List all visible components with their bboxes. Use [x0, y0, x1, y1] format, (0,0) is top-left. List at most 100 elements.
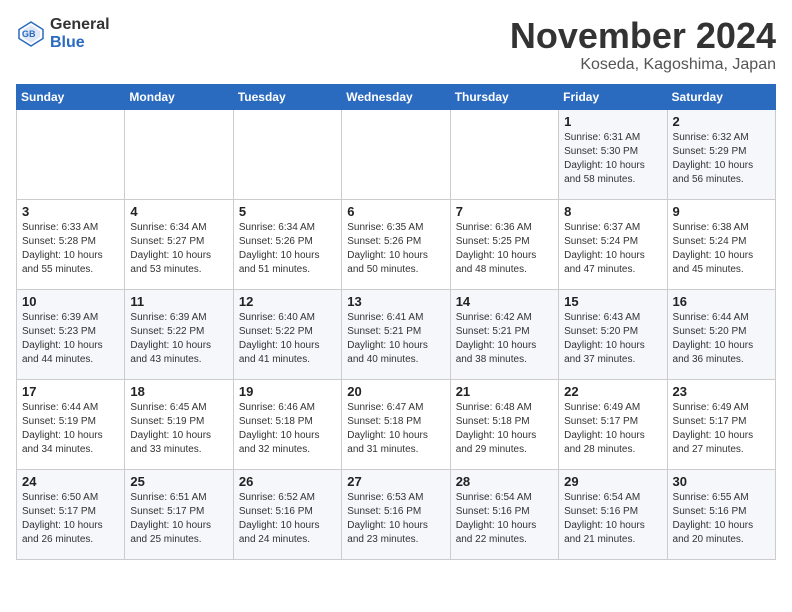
day-info: Sunrise: 6:54 AMSunset: 5:16 PMDaylight:…	[456, 491, 553, 547]
day-number: 12	[239, 294, 336, 309]
day-number: 6	[347, 204, 444, 219]
calendar-week-row: 1 Sunrise: 6:31 AMSunset: 5:30 PMDaylight…	[17, 109, 776, 199]
day-number: 28	[456, 474, 553, 489]
day-number: 21	[456, 384, 553, 399]
day-number: 11	[130, 294, 227, 309]
calendar-week-row: 17 Sunrise: 6:44 AMSunset: 5:19 PMDayligh…	[17, 379, 776, 469]
day-number: 30	[673, 474, 770, 489]
weekday-header: Saturday	[667, 84, 775, 109]
day-number: 1	[564, 114, 661, 129]
calendar-cell: 26Sunrise: 6:52 AMSunset: 5:16 PMDayligh…	[233, 469, 341, 559]
day-info: Sunrise: 6:44 AMSunset: 5:19 PMDaylight:…	[22, 401, 119, 457]
calendar-table: SundayMondayTuesdayWednesdayThursdayFrid…	[16, 84, 776, 560]
calendar-cell: 8 Sunrise: 6:37 AMSunset: 5:24 PMDaylight…	[559, 199, 667, 289]
day-info: Sunrise: 6:34 AMSunset: 5:26 PMDaylight:…	[239, 221, 336, 277]
calendar-cell: 3Sunrise: 6:33 AMSunset: 5:28 PMDaylight…	[17, 199, 125, 289]
day-info: Sunrise: 6:55 AMSunset: 5:16 PMDaylight:…	[673, 491, 770, 547]
weekday-header: Wednesday	[342, 84, 450, 109]
day-info: Sunrise: 6:48 AMSunset: 5:18 PMDaylight:…	[456, 401, 553, 457]
calendar-cell	[233, 109, 341, 199]
calendar-cell: 7 Sunrise: 6:36 AMSunset: 5:25 PMDaylight…	[450, 199, 558, 289]
day-info: Sunrise: 6:41 AMSunset: 5:21 PMDaylight:…	[347, 311, 444, 367]
day-number: 27	[347, 474, 444, 489]
calendar-week-row: 3Sunrise: 6:33 AMSunset: 5:28 PMDaylight…	[17, 199, 776, 289]
day-info: Sunrise: 6:35 AMSunset: 5:26 PMDaylight:…	[347, 221, 444, 277]
calendar-cell: 19Sunrise: 6:46 AMSunset: 5:18 PMDayligh…	[233, 379, 341, 469]
logo-icon: GB	[16, 19, 46, 49]
calendar-cell	[450, 109, 558, 199]
day-number: 22	[564, 384, 661, 399]
calendar-cell: 1 Sunrise: 6:31 AMSunset: 5:30 PMDaylight…	[559, 109, 667, 199]
day-info: Sunrise: 6:31 AMSunset: 5:30 PMDaylight:…	[564, 131, 661, 187]
day-number: 15	[564, 294, 661, 309]
day-info: Sunrise: 6:40 AMSunset: 5:22 PMDaylight:…	[239, 311, 336, 367]
logo-general-text: General	[50, 16, 110, 34]
title-block: November 2024 Koseda, Kagoshima, Japan	[510, 16, 776, 74]
weekday-header: Tuesday	[233, 84, 341, 109]
day-number: 19	[239, 384, 336, 399]
day-info: Sunrise: 6:39 AMSunset: 5:23 PMDaylight:…	[22, 311, 119, 367]
day-number: 10	[22, 294, 119, 309]
calendar-cell: 4 Sunrise: 6:34 AMSunset: 5:27 PMDaylight…	[125, 199, 233, 289]
day-number: 20	[347, 384, 444, 399]
calendar-cell: 23 Sunrise: 6:49 AMSunset: 5:17 PMDayligh…	[667, 379, 775, 469]
day-number: 5	[239, 204, 336, 219]
calendar-cell: 18Sunrise: 6:45 AMSunset: 5:19 PMDayligh…	[125, 379, 233, 469]
day-number: 24	[22, 474, 119, 489]
day-number: 23	[673, 384, 770, 399]
calendar-cell: 14Sunrise: 6:42 AMSunset: 5:21 PMDayligh…	[450, 289, 558, 379]
day-info: Sunrise: 6:49 AMSunset: 5:17 PMDaylight:…	[673, 401, 770, 457]
svg-text:GB: GB	[22, 29, 36, 39]
calendar-cell: 10 Sunrise: 6:39 AMSunset: 5:23 PMDayligh…	[17, 289, 125, 379]
calendar-cell: 13 Sunrise: 6:41 AMSunset: 5:21 PMDayligh…	[342, 289, 450, 379]
calendar-cell	[125, 109, 233, 199]
weekday-header: Sunday	[17, 84, 125, 109]
calendar-cell: 9 Sunrise: 6:38 AMSunset: 5:24 PMDaylight…	[667, 199, 775, 289]
day-info: Sunrise: 6:37 AMSunset: 5:24 PMDaylight:…	[564, 221, 661, 277]
day-number: 4	[130, 204, 227, 219]
calendar-cell: 16 Sunrise: 6:44 AMSunset: 5:20 PMDayligh…	[667, 289, 775, 379]
calendar-cell	[17, 109, 125, 199]
day-number: 13	[347, 294, 444, 309]
day-info: Sunrise: 6:36 AMSunset: 5:25 PMDaylight:…	[456, 221, 553, 277]
day-info: Sunrise: 6:52 AMSunset: 5:16 PMDaylight:…	[239, 491, 336, 547]
day-info: Sunrise: 6:42 AMSunset: 5:21 PMDaylight:…	[456, 311, 553, 367]
weekday-header: Thursday	[450, 84, 558, 109]
weekday-header: Friday	[559, 84, 667, 109]
calendar-cell: 2 Sunrise: 6:32 AMSunset: 5:29 PMDaylight…	[667, 109, 775, 199]
day-info: Sunrise: 6:34 AMSunset: 5:27 PMDaylight:…	[130, 221, 227, 277]
day-number: 9	[673, 204, 770, 219]
calendar-week-row: 24 Sunrise: 6:50 AMSunset: 5:17 PMDayligh…	[17, 469, 776, 559]
day-number: 7	[456, 204, 553, 219]
day-number: 25	[130, 474, 227, 489]
day-info: Sunrise: 6:49 AMSunset: 5:17 PMDaylight:…	[564, 401, 661, 457]
weekday-header: Monday	[125, 84, 233, 109]
calendar-header-row: SundayMondayTuesdayWednesdayThursdayFrid…	[17, 84, 776, 109]
calendar-cell: 27 Sunrise: 6:53 AMSunset: 5:16 PMDayligh…	[342, 469, 450, 559]
day-info: Sunrise: 6:33 AMSunset: 5:28 PMDaylight:…	[22, 221, 119, 277]
calendar-cell: 25 Sunrise: 6:51 AMSunset: 5:17 PMDayligh…	[125, 469, 233, 559]
calendar-cell: 12 Sunrise: 6:40 AMSunset: 5:22 PMDayligh…	[233, 289, 341, 379]
month-title: November 2024	[510, 16, 776, 56]
calendar-cell: 11Sunrise: 6:39 AMSunset: 5:22 PMDayligh…	[125, 289, 233, 379]
day-info: Sunrise: 6:44 AMSunset: 5:20 PMDaylight:…	[673, 311, 770, 367]
day-number: 2	[673, 114, 770, 129]
day-info: Sunrise: 6:53 AMSunset: 5:16 PMDaylight:…	[347, 491, 444, 547]
calendar-cell: 6 Sunrise: 6:35 AMSunset: 5:26 PMDaylight…	[342, 199, 450, 289]
day-number: 8	[564, 204, 661, 219]
day-info: Sunrise: 6:38 AMSunset: 5:24 PMDaylight:…	[673, 221, 770, 277]
location: Koseda, Kagoshima, Japan	[510, 56, 776, 74]
day-number: 17	[22, 384, 119, 399]
page-header: GB General Blue November 2024 Koseda, Ka…	[16, 16, 776, 74]
day-info: Sunrise: 6:54 AMSunset: 5:16 PMDaylight:…	[564, 491, 661, 547]
day-number: 18	[130, 384, 227, 399]
day-info: Sunrise: 6:50 AMSunset: 5:17 PMDaylight:…	[22, 491, 119, 547]
calendar-cell: 22 Sunrise: 6:49 AMSunset: 5:17 PMDayligh…	[559, 379, 667, 469]
calendar-cell: 29Sunrise: 6:54 AMSunset: 5:16 PMDayligh…	[559, 469, 667, 559]
calendar-cell: 5 Sunrise: 6:34 AMSunset: 5:26 PMDaylight…	[233, 199, 341, 289]
day-info: Sunrise: 6:51 AMSunset: 5:17 PMDaylight:…	[130, 491, 227, 547]
calendar-cell: 20Sunrise: 6:47 AMSunset: 5:18 PMDayligh…	[342, 379, 450, 469]
calendar-week-row: 10 Sunrise: 6:39 AMSunset: 5:23 PMDayligh…	[17, 289, 776, 379]
day-info: Sunrise: 6:32 AMSunset: 5:29 PMDaylight:…	[673, 131, 770, 187]
day-number: 16	[673, 294, 770, 309]
